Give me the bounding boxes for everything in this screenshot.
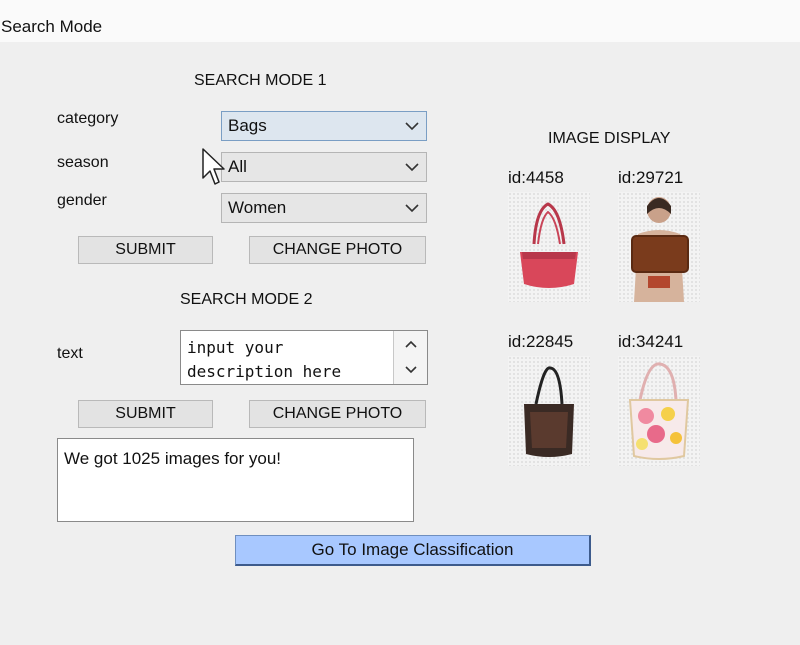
image-id-4: id:34241 <box>618 332 684 351</box>
mouse-cursor-icon <box>202 148 226 191</box>
handbag-icon <box>520 202 578 288</box>
description-textarea[interactable]: input your description here <box>180 330 428 385</box>
mode1-change-photo-button[interactable]: CHANGE PHOTO <box>249 236 426 264</box>
chevron-down-icon <box>398 112 426 140</box>
mode2-change-photo-button[interactable]: CHANGE PHOTO <box>249 400 426 428</box>
search-mode-1-heading: SEARCH MODE 1 <box>194 72 327 89</box>
season-select[interactable]: All <box>221 152 427 182</box>
product-image-4[interactable] <box>618 356 700 466</box>
category-label: category <box>57 110 119 127</box>
image-id-3: id:22845 <box>508 332 574 351</box>
model-with-bag-icon <box>631 197 689 302</box>
go-to-classification-button[interactable]: Go To Image Classification <box>235 535 591 566</box>
image-id-1: id:4458 <box>508 168 564 187</box>
product-image-1[interactable] <box>508 192 590 302</box>
gender-label: gender <box>57 192 107 209</box>
chevron-down-icon <box>405 366 417 374</box>
product-image-3[interactable] <box>508 356 590 466</box>
result-message: We got 1025 images for you! <box>64 449 282 468</box>
category-select[interactable]: Bags <box>221 111 427 141</box>
chevron-down-icon <box>398 194 426 222</box>
result-box: We got 1025 images for you! <box>57 438 414 522</box>
gender-select[interactable]: Women <box>221 193 427 223</box>
textarea-scrollbar[interactable] <box>393 331 427 384</box>
search-mode-2-heading: SEARCH MODE 2 <box>180 291 313 308</box>
mode2-submit-button[interactable]: SUBMIT <box>78 400 213 428</box>
chevron-up-icon <box>405 340 417 348</box>
text-label: text <box>57 345 83 362</box>
handbag-icon <box>628 362 690 460</box>
image-display-heading: IMAGE DISPLAY <box>548 130 671 147</box>
description-text: input your description here <box>187 338 342 381</box>
product-image-2[interactable] <box>618 192 700 302</box>
category-value: Bags <box>228 116 267 135</box>
season-value: All <box>228 157 247 176</box>
title-bar <box>0 0 800 42</box>
mode1-submit-button[interactable]: SUBMIT <box>78 236 213 264</box>
image-id-2: id:29721 <box>618 168 684 187</box>
chevron-down-icon <box>398 153 426 181</box>
window-title: Search Mode <box>1 17 103 36</box>
scroll-up-button[interactable] <box>394 331 428 357</box>
gender-value: Women <box>228 198 287 217</box>
handbag-icon <box>524 366 574 457</box>
scroll-down-button[interactable] <box>394 357 428 383</box>
season-label: season <box>57 154 109 171</box>
